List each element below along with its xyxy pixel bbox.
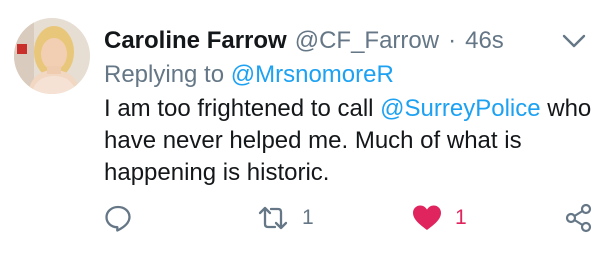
- header-separator: ·: [448, 27, 457, 54]
- tweet-header: Caroline Farrow @CF_Farrow · 46s: [104, 26, 504, 56]
- replying-to-label: Replying to: [104, 61, 225, 88]
- tweet-menu-button[interactable]: [560, 30, 588, 52]
- timestamp[interactable]: 46s: [465, 26, 504, 56]
- reply-mention-link[interactable]: @MrsnomoreR: [231, 61, 394, 88]
- avatar[interactable]: [14, 18, 90, 94]
- like-button[interactable]: 1: [411, 198, 467, 238]
- user-handle[interactable]: @CF_Farrow: [295, 26, 439, 56]
- tweet-text-line: I am too frightened to call @SurreyPolic…: [104, 93, 591, 125]
- tweet-actions: 1 1: [0, 198, 600, 238]
- heart-filled-icon: [413, 205, 441, 230]
- tweet-text: I am too frightened to call @SurreyPolic…: [104, 93, 591, 189]
- share-button[interactable]: [565, 198, 593, 238]
- share-icon: [565, 203, 592, 233]
- reply-button[interactable]: [103, 198, 133, 238]
- retweet-button[interactable]: 1: [256, 198, 314, 238]
- tweet-text-segment: who: [540, 95, 592, 122]
- tweet-text-segment: I am too frightened to call: [104, 95, 381, 122]
- retweet-count: 1: [302, 206, 314, 229]
- display-name[interactable]: Caroline Farrow: [104, 26, 287, 56]
- avatar-image: [14, 18, 90, 94]
- retweet-icon: [258, 206, 288, 230]
- like-count: 1: [455, 206, 467, 229]
- tweet-text-line: happening is historic.: [104, 159, 330, 186]
- replying-to: Replying to @MrsnomoreR: [104, 60, 394, 90]
- comment-icon: [105, 205, 131, 232]
- tweet-card: Caroline Farrow @CF_Farrow · 46s Replyin…: [0, 0, 600, 258]
- mention-link[interactable]: @SurreyPolice: [380, 95, 540, 122]
- chevron-down-icon: [562, 34, 586, 48]
- tweet-text-line: have never helped me. Much of what is: [104, 127, 522, 154]
